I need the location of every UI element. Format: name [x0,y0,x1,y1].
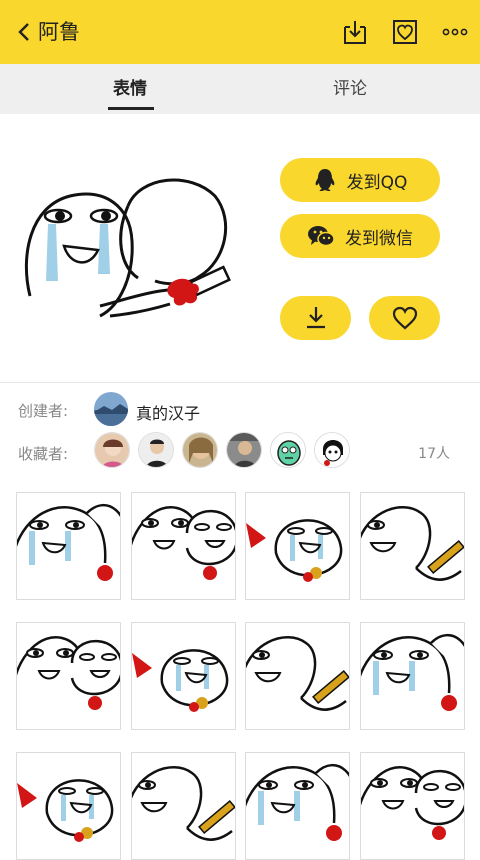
back-button[interactable] [10,18,38,46]
sticker-image [246,519,343,582]
chevron-left-icon [18,23,29,41]
collector-avatar[interactable] [94,432,130,468]
sticker-thumbnail[interactable] [130,752,236,860]
collector-avatar[interactable] [182,432,218,468]
heart-icon [392,306,417,330]
sticker-thumbnail[interactable] [359,492,465,600]
sticker-thumbnail[interactable] [16,752,121,860]
send-to-qq-button[interactable]: 发到QQ [280,158,440,202]
more-dots-icon [442,28,468,36]
more-button[interactable] [438,15,472,49]
sticker-thumbnail[interactable] [130,622,236,730]
creator-name[interactable]: 真的汉子 [136,400,200,424]
collectors-count[interactable]: 17人 [410,443,450,463]
sticker-thumbnail[interactable] [16,622,121,730]
favorite-button[interactable] [369,296,440,340]
top-bar: 阿鲁 [0,0,480,64]
sticker-image [17,503,120,581]
sticker-image [17,636,120,710]
send-to-wechat-label: 发到微信 [345,228,413,249]
download-button[interactable] [280,296,351,340]
sticker-thumbnail[interactable] [359,752,465,860]
tab-bar: 表情 评论 [0,64,480,114]
collector-avatar[interactable] [270,432,306,468]
sticker-image [360,506,464,581]
favorite-box-button[interactable] [388,15,422,49]
tab-comments[interactable]: 评论 [320,64,380,114]
sticker-thumbnail[interactable] [359,622,465,730]
wechat-icon [308,226,335,247]
sticker-thumbnail[interactable] [16,492,121,600]
download-icon [306,307,325,329]
page-title: 阿鲁 [38,20,80,44]
sticker-image [360,766,464,840]
sticker-thumbnail[interactable] [130,492,236,600]
sticker-thumbnail[interactable] [245,752,350,860]
qq-icon [315,169,335,191]
collector-avatar[interactable] [138,432,174,468]
collector-avatar[interactable] [314,432,350,468]
sticker-preview-image[interactable] [20,166,245,336]
sticker-preview-section: 发到QQ 发到微信 [0,114,480,382]
creator-avatar[interactable] [94,392,128,426]
heart-box-icon [393,20,417,44]
sticker-image [17,779,114,842]
send-to-wechat-button[interactable]: 发到微信 [280,214,440,258]
send-to-qq-label: 发到QQ [346,172,408,193]
download-box-icon [344,21,366,44]
sticker-thumbnail[interactable] [245,492,350,600]
collector-avatar[interactable] [226,432,262,468]
sticker-image [360,633,464,711]
section-divider [0,382,480,383]
sticker-image [131,766,235,841]
sticker-image [131,506,235,580]
collectors-label: 收藏者: [18,445,69,463]
creator-label: 创建者: [18,402,69,420]
sticker-image [246,763,349,841]
download-box-button[interactable] [338,15,372,49]
creator-avatar-image [94,392,128,426]
sticker-image [131,649,228,712]
sticker-image [246,636,349,711]
active-tab-indicator [108,107,154,110]
sticker-thumbnail[interactable] [245,622,350,730]
